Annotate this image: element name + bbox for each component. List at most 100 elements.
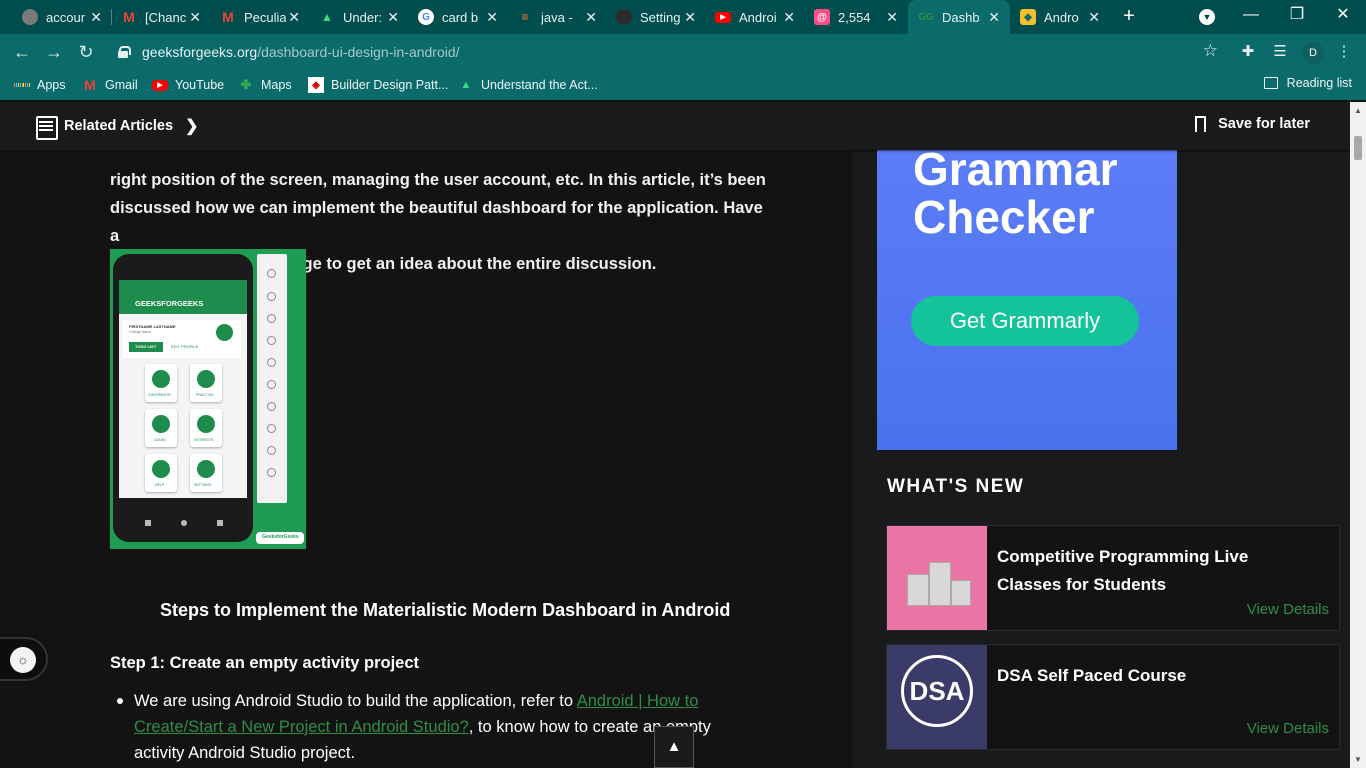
article-body: right position of the screen, managing t… [40, 150, 850, 768]
menu-kebab-icon[interactable]: ⋮ [1334, 42, 1354, 62]
web-page: Related Articles ❯ Save for later right … [0, 102, 1350, 768]
restore-button[interactable]: ❐ [1274, 0, 1320, 34]
tab-7[interactable]: Setting ✕ [606, 0, 706, 34]
forward-button[interactable]: → [42, 40, 66, 64]
phone-screen: GEEKSFORGEEKS FIRSTNAME LASTNAME College… [119, 280, 247, 498]
gfg-logo: GeeksforGeeks [256, 532, 304, 544]
scrollbar-thumb[interactable] [1354, 136, 1362, 160]
whats-new-heading: WHAT'S NEW [887, 476, 1025, 497]
tab-9[interactable]: @ 2,554 ✕ [804, 0, 908, 34]
scroll-down-arrow[interactable]: ▼ [1354, 755, 1362, 764]
close-tab-icon[interactable]: ✕ [486, 9, 498, 25]
app-bar: GEEKSFORGEEKS [119, 280, 247, 314]
get-grammarly-button[interactable]: Get Grammarly [911, 296, 1139, 346]
ad-headline: Grammar Checker [913, 143, 1118, 243]
globe-icon [22, 9, 38, 25]
extensions-icon[interactable]: ✚ [1238, 42, 1258, 62]
bookmark-gmail[interactable]: M Gmail [82, 76, 138, 94]
course-title[interactable]: DSA Self Paced Course [997, 662, 1317, 690]
dsa-badge: DSA [901, 655, 973, 727]
bookmark-understand-activity[interactable]: ▲ Understand the Act... [458, 76, 598, 94]
profile-avatar[interactable]: D [1302, 42, 1324, 64]
bookmark-apps[interactable]: Apps [14, 76, 66, 94]
theme-toggle[interactable]: ☼ [0, 637, 48, 681]
bookmark-maps[interactable]: ✤ Maps [238, 76, 292, 94]
avatar [216, 324, 233, 341]
course-title[interactable]: Competitive Programming Live Classes for… [997, 543, 1317, 599]
right-sidebar: Grammar Checker Get Grammarly WHAT'S NEW… [852, 145, 1350, 768]
close-tab-icon[interactable]: ✕ [90, 9, 102, 25]
close-tab-icon[interactable]: ✕ [988, 9, 1000, 25]
stackoverflow-icon: ≡ [521, 10, 529, 24]
android-icon: ▲ [460, 79, 472, 91]
view-details-link[interactable]: View Details [1247, 601, 1329, 618]
bookmark-star-icon[interactable]: ☆ [1203, 41, 1218, 61]
tab-5[interactable]: G card b ✕ [408, 0, 508, 34]
dashboard-preview-image: GEEKSFORGEEKS FIRSTNAME LASTNAME College… [110, 249, 306, 549]
close-tab-icon[interactable]: ✕ [189, 9, 201, 25]
save-for-later-button[interactable]: Save for later [1195, 116, 1310, 137]
close-tab-icon[interactable]: ✕ [1088, 9, 1100, 25]
reading-list-button[interactable]: Reading list [1263, 76, 1352, 90]
tab-10-active[interactable]: GG Dashb ✕ [908, 0, 1010, 34]
bookmark-page-icon: ◈ [308, 77, 324, 93]
lock-icon[interactable] [118, 46, 131, 58]
close-window-button[interactable]: ✕ [1320, 0, 1366, 34]
github-icon [616, 9, 632, 25]
tile-interests: INTERESTS [190, 409, 222, 447]
close-tab-icon[interactable]: ✕ [886, 9, 898, 25]
emulator-controls [257, 254, 287, 503]
close-tab-icon[interactable]: ✕ [585, 9, 597, 25]
course-card[interactable]: Competitive Programming Live Classes for… [886, 525, 1340, 631]
course-card[interactable]: DSA DSA Self Paced Course View Details [886, 644, 1340, 750]
back-button[interactable]: ← [10, 40, 34, 64]
tab-search-icon[interactable]: ▼ [1199, 9, 1215, 25]
article-topbar: Related Articles ❯ Save for later [0, 102, 1350, 150]
google-icon: G [418, 9, 434, 25]
todo-list-chip: TODO LIST [129, 342, 163, 352]
scroll-up-arrow[interactable]: ▲ [1354, 106, 1362, 115]
android-icon: ▲ [321, 10, 333, 24]
notification-icon: @ [814, 9, 830, 25]
gfg-icon: GG [918, 11, 934, 23]
bookmark-youtube[interactable]: ▶ YouTube [152, 76, 224, 94]
gmail-icon: M [123, 9, 135, 25]
reading-list-icon [1263, 77, 1278, 89]
close-tab-icon[interactable]: ✕ [783, 9, 795, 25]
tab-11[interactable]: ◆ Andro ✕ [1010, 0, 1110, 34]
grammarly-ad[interactable]: Grammar Checker Get Grammarly [877, 145, 1177, 450]
sun-icon: ☼ [10, 647, 36, 673]
minimize-button[interactable]: — [1228, 0, 1274, 34]
address-bar[interactable]: geeksforgeeks.org/dashboard-ui-design-in… [108, 38, 1228, 66]
browser-toolbar: ← → ↻ geeksforgeeks.org/dashboard-ui-des… [0, 34, 1366, 70]
tab-2[interactable]: M [Chanc ✕ [111, 0, 211, 34]
chevron-right-icon: ❯ [185, 118, 199, 135]
bookmark-builder-design[interactable]: ◈ Builder Design Patt... [308, 76, 448, 94]
course-thumbnail: DSA [887, 645, 987, 749]
view-details-link[interactable]: View Details [1247, 720, 1329, 737]
tile-settings: SETTINGS [190, 454, 222, 492]
page-scrollbar[interactable]: ▲ ▼ [1350, 102, 1366, 768]
tab-1[interactable]: accour ✕ [12, 0, 112, 34]
new-tab-button[interactable]: + [1118, 5, 1140, 27]
tab-3[interactable]: M Peculia ✕ [210, 0, 310, 34]
maps-icon: ✤ [240, 77, 252, 92]
bookmarks-bar: Apps M Gmail ▶ YouTube ✤ Maps ◈ Builder … [0, 70, 1366, 100]
phone-nav-bar [113, 520, 253, 530]
reload-button[interactable]: ↻ [74, 40, 98, 64]
related-articles-button[interactable]: Related Articles ❯ [36, 116, 199, 140]
youtube-icon: ▶ [715, 11, 731, 23]
scroll-to-top-button[interactable]: ▲ [654, 726, 694, 768]
tile-contribute: CONTRIBUTE [145, 364, 177, 402]
tab-4[interactable]: ▲ Under: ✕ [309, 0, 409, 34]
section-heading: Steps to Implement the Materialistic Mod… [160, 600, 731, 620]
tab-6[interactable]: ≡ java - ✕ [507, 0, 607, 34]
media-queue-icon[interactable]: ☰ [1270, 42, 1290, 62]
close-tab-icon[interactable]: ✕ [684, 9, 696, 25]
tab-8[interactable]: ▶ Androi ✕ [705, 0, 805, 34]
close-tab-icon[interactable]: ✕ [387, 9, 399, 25]
tile-help: HELP [145, 454, 177, 492]
url-text[interactable]: geeksforgeeks.org/dashboard-ui-design-in… [142, 44, 460, 60]
list-icon [36, 116, 58, 140]
close-tab-icon[interactable]: ✕ [288, 9, 300, 25]
